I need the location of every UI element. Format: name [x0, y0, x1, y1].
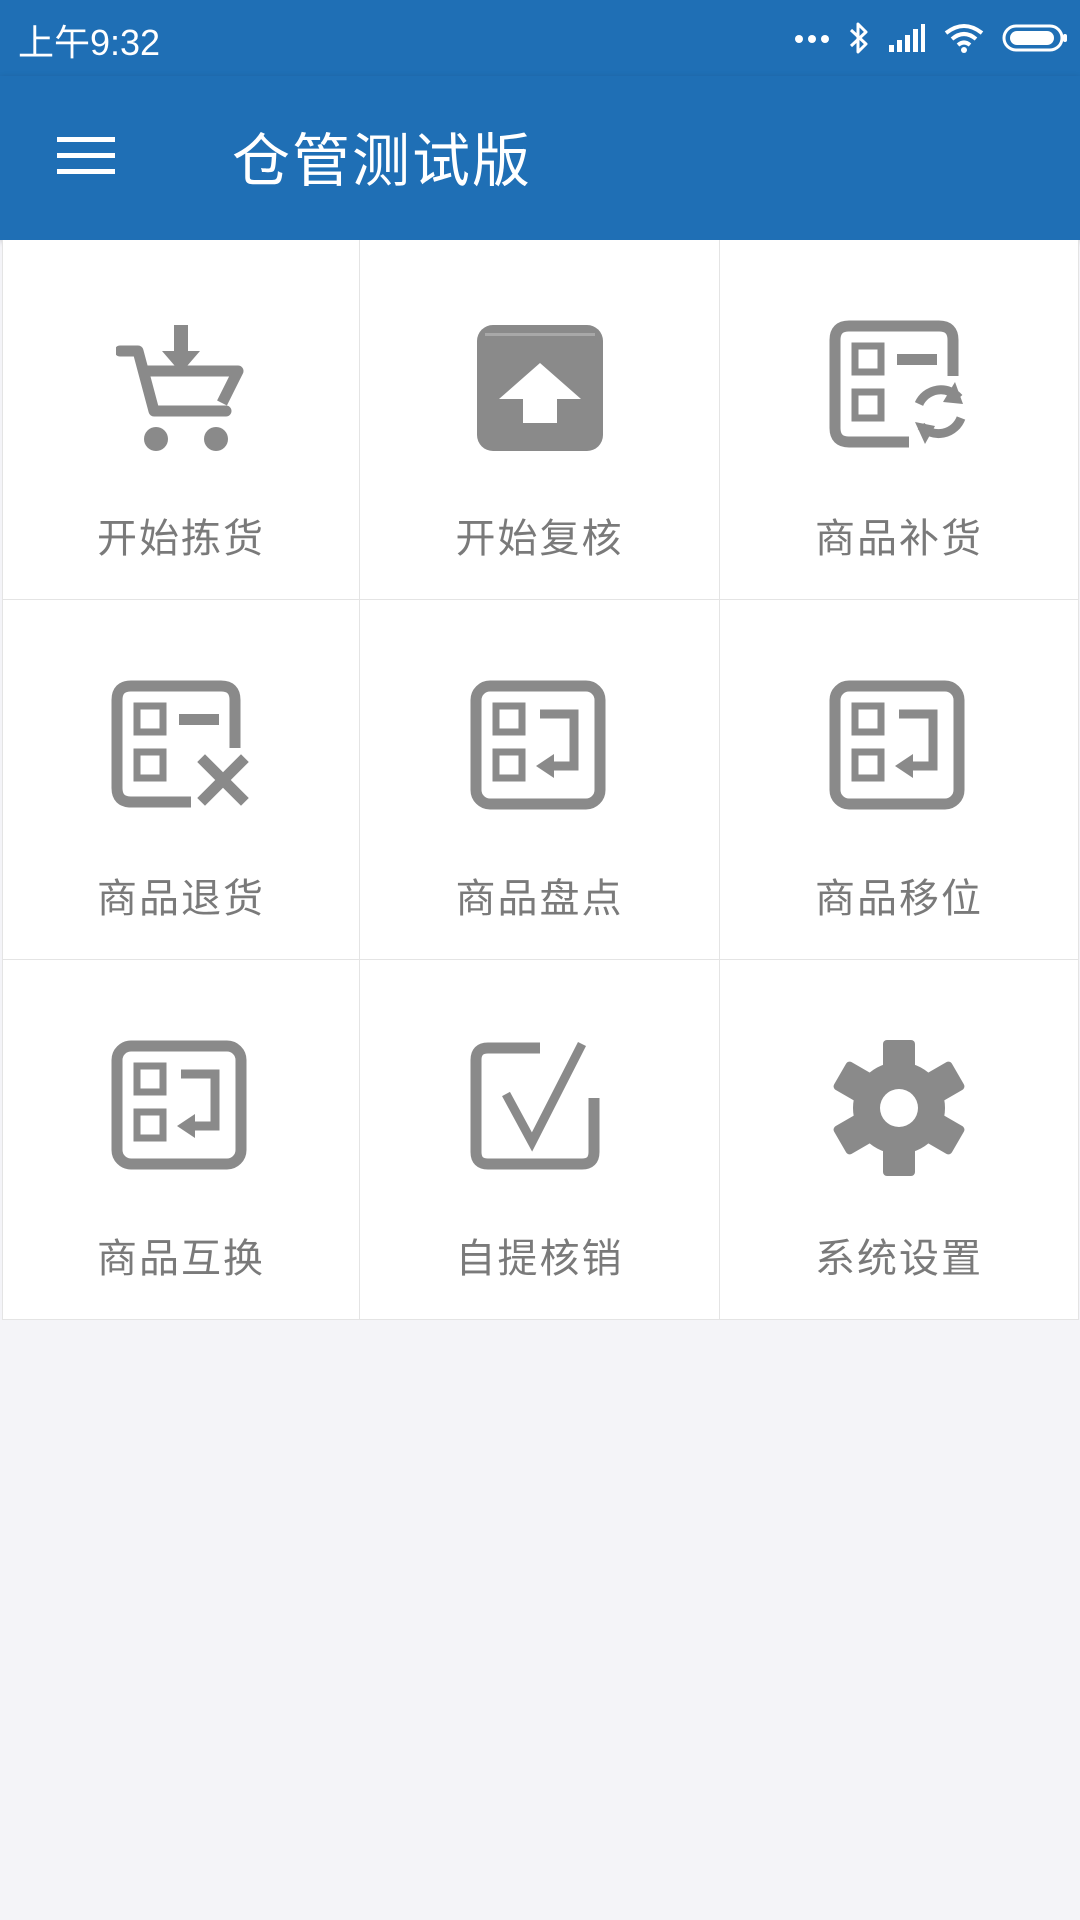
app-title: 仓管测试版: [232, 127, 533, 195]
status-bar: 上午9:32: [0, 0, 1080, 76]
menu-item-pickup-verify[interactable]: 自提核销: [360, 960, 720, 1320]
menu-grid: 开始拣货 开始复核 商品补货 商品退货 商品盘点 商品移位 商品互换 自提核销 …: [2, 240, 1079, 1320]
menu-item-return-goods[interactable]: 商品退货: [2, 600, 360, 960]
list-return-icon: [111, 1038, 251, 1178]
menu-button[interactable]: [40, 112, 132, 204]
menu-item-label: 自提核销: [455, 1236, 624, 1282]
menu-item-stocktake[interactable]: 商品盘点: [360, 600, 720, 960]
cart-download-icon: [111, 318, 251, 458]
list-refresh-icon: [829, 318, 969, 458]
menu-item-replenish[interactable]: 商品补货: [720, 240, 1079, 600]
menu-item-start-picking[interactable]: 开始拣货: [2, 240, 360, 600]
bluetooth-icon: [848, 21, 870, 55]
menu-item-settings[interactable]: 系统设置: [720, 960, 1079, 1320]
list-return-icon: [829, 678, 969, 818]
menu-item-label: 商品退货: [97, 876, 265, 922]
menu-item-label: 开始拣货: [97, 516, 265, 562]
status-icons: [794, 14, 1068, 62]
menu-item-relocate[interactable]: 商品移位: [720, 600, 1079, 960]
menu-item-swap[interactable]: 商品互换: [2, 960, 360, 1320]
gear-icon: [829, 1038, 969, 1178]
signal-icon: [888, 23, 926, 53]
box-upload-icon: [470, 318, 610, 458]
list-return-icon: [470, 678, 610, 818]
status-time: 上午9:32: [18, 22, 161, 63]
menu-item-label: 商品补货: [815, 516, 983, 562]
menu-item-label: 商品移位: [815, 876, 983, 922]
menu-item-label: 开始复核: [455, 516, 624, 562]
wifi-icon: [944, 23, 984, 53]
battery-icon: [1002, 23, 1068, 53]
menu-item-start-review[interactable]: 开始复核: [360, 240, 720, 600]
list-remove-icon: [111, 678, 251, 818]
menu-item-label: 商品盘点: [455, 876, 624, 922]
menu-icon: [57, 135, 115, 181]
more-dots-icon: [794, 31, 830, 45]
menu-item-label: 系统设置: [815, 1236, 983, 1282]
app-bar: 仓管测试版: [0, 76, 1080, 240]
checkbox-icon: [470, 1038, 610, 1178]
menu-item-label: 商品互换: [97, 1236, 265, 1282]
